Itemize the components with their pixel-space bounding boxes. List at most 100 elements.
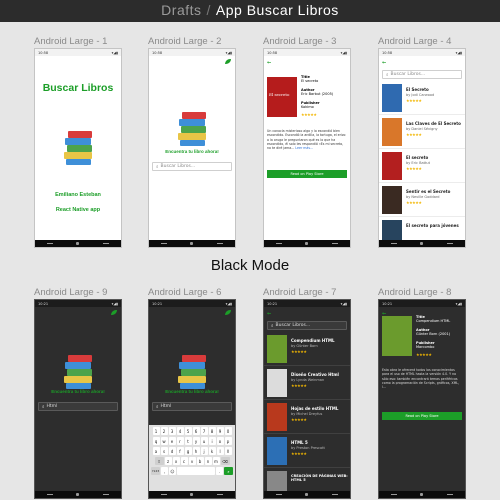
key[interactable]: p [224,437,232,445]
search-input[interactable]: ⌕ Html [38,402,118,411]
key[interactable]: x [172,457,180,465]
frame-label-6[interactable]: Android Large - 6 [148,287,221,298]
search-icon: ⌕ [386,72,389,78]
author-credit: Emiliano Esteban [55,192,101,198]
key[interactable]: ñ [224,447,232,455]
search-input[interactable]: ⌕ Html [152,402,232,411]
book-thumbnail [382,186,402,214]
list-item[interactable]: HTML 5 by Preston Prescott ★★★★★ [264,434,350,468]
spacebar[interactable] [177,467,215,475]
key[interactable]: 1 [152,427,160,435]
frame-label-7[interactable]: Android Large - 7 [263,287,336,298]
key[interactable]: a [152,447,160,455]
leaf-icon[interactable] [111,310,117,315]
key[interactable]: 3 [168,427,176,435]
key[interactable]: d [168,447,176,455]
key[interactable]: 2 [160,427,168,435]
read-on-play-store-button[interactable]: Read on Play Store [267,170,347,178]
android-nav-bar[interactable] [379,491,465,498]
key[interactable]: s [160,447,168,455]
key[interactable]: k [208,447,216,455]
key[interactable]: , [161,467,168,475]
search-input[interactable]: ⌕ Buscar Libros... [382,70,462,79]
search-placeholder: Buscar Libros... [390,72,426,77]
frame-label-4[interactable]: Android Large - 4 [378,36,451,47]
breadcrumb-drafts[interactable]: Drafts [161,2,201,18]
frame-label-1[interactable]: Android Large - 1 [34,36,107,47]
key[interactable]: v [188,457,196,465]
app-subtitle: React Native app [55,207,101,213]
list-item[interactable]: Sentir es el Secreto by Neville Goddard ★★… [379,183,465,217]
key[interactable]: c [180,457,188,465]
leaf-icon[interactable] [225,310,231,315]
key[interactable]: 7 [200,427,208,435]
key[interactable]: u [200,437,208,445]
key[interactable]: m [212,457,220,465]
key[interactable]: i [208,437,216,445]
frame-label-9[interactable]: Android Large - 9 [34,287,107,298]
book-thumbnail [267,335,287,363]
emoji-key[interactable]: ☺ [169,467,176,475]
key[interactable]: 6 [192,427,200,435]
shift-key[interactable]: ⇧ [154,457,164,465]
android-nav-bar[interactable] [264,240,350,247]
search-input[interactable]: ⌕ Buscar Libros... [152,162,232,171]
arrow-left-icon[interactable]: ← [267,60,271,66]
key[interactable]: y [192,437,200,445]
status-time: 10:58 [382,50,393,55]
key[interactable]: r [176,437,184,445]
detail-publisher: Publisher Marcombo [416,341,435,349]
books-logo [178,112,208,146]
frame-home-dark-keyboard: 10:21 ▾◢▮ Encuentra tu libro ahora! ⌕ Html… [148,299,236,499]
status-time: 10:58 [267,50,278,55]
key[interactable]: l [216,447,224,455]
star-rating: ★★★★★ [416,352,432,357]
key[interactable]: 9 [216,427,224,435]
search-key[interactable]: ⌕ [224,467,233,475]
arrow-left-icon[interactable]: ← [382,60,386,66]
key[interactable]: n [204,457,212,465]
arrow-left-icon[interactable]: ← [267,311,271,317]
list-item[interactable]: Compendium HTML by Günter Born ★★★★★ [264,332,350,366]
search-input[interactable]: ⌕ Buscar Libros... [267,321,347,330]
breadcrumb-project[interactable]: App Buscar Libros [216,2,339,18]
read-on-play-store-button[interactable]: Read on Play Store [382,412,462,420]
read-more-link[interactable]: Leer más... [295,146,313,150]
frame-label-3[interactable]: Android Large - 3 [263,36,336,47]
key[interactable]: b [196,457,204,465]
key[interactable]: t [184,437,192,445]
key[interactable]: 5 [184,427,192,435]
frame-label-2[interactable]: Android Large - 2 [148,36,221,47]
android-nav-bar[interactable] [264,491,350,498]
list-item[interactable]: El secreto by Eric Battut ★★★★★ [379,149,465,183]
key[interactable]: z [164,457,172,465]
list-item[interactable]: Las Claves de El Secreto by Daniel Sévign… [379,115,465,149]
key[interactable]: g [184,447,192,455]
key[interactable]: o [216,437,224,445]
books-logo [64,131,94,165]
android-nav-bar[interactable] [149,240,235,247]
key[interactable]: h [192,447,200,455]
frame-home-dark: 10:21 ▾◢▮ Encuentra tu libro ahora! ⌕ Html [34,299,122,499]
list-item[interactable]: El Secreto by Jodi Carwood ★★★★★ [379,81,465,115]
key[interactable]: q [152,437,160,445]
android-nav-bar[interactable] [379,240,465,247]
symbols-key[interactable]: ?123 [151,467,160,475]
key[interactable]: j [200,447,208,455]
android-nav-bar[interactable] [35,240,121,247]
backspace-key[interactable]: ⌫ [220,457,230,465]
list-item[interactable]: Diseño Creativo Html by Lynda Weinman ★★★★… [264,366,350,400]
android-nav-bar[interactable] [35,491,121,498]
key[interactable]: . [216,467,223,475]
leaf-icon[interactable] [225,59,231,64]
key[interactable]: 0 [224,427,232,435]
key[interactable]: e [168,437,176,445]
key[interactable]: f [176,447,184,455]
breadcrumb: Drafts / App Buscar Libros [0,2,500,18]
list-item[interactable]: Hojas de estilo HTML by Michel Dreyfus ★★★… [264,400,350,434]
frame-label-8[interactable]: Android Large - 8 [378,287,451,298]
key[interactable]: 4 [176,427,184,435]
android-nav-bar[interactable] [149,491,235,498]
key[interactable]: w [160,437,168,445]
key[interactable]: 8 [208,427,216,435]
